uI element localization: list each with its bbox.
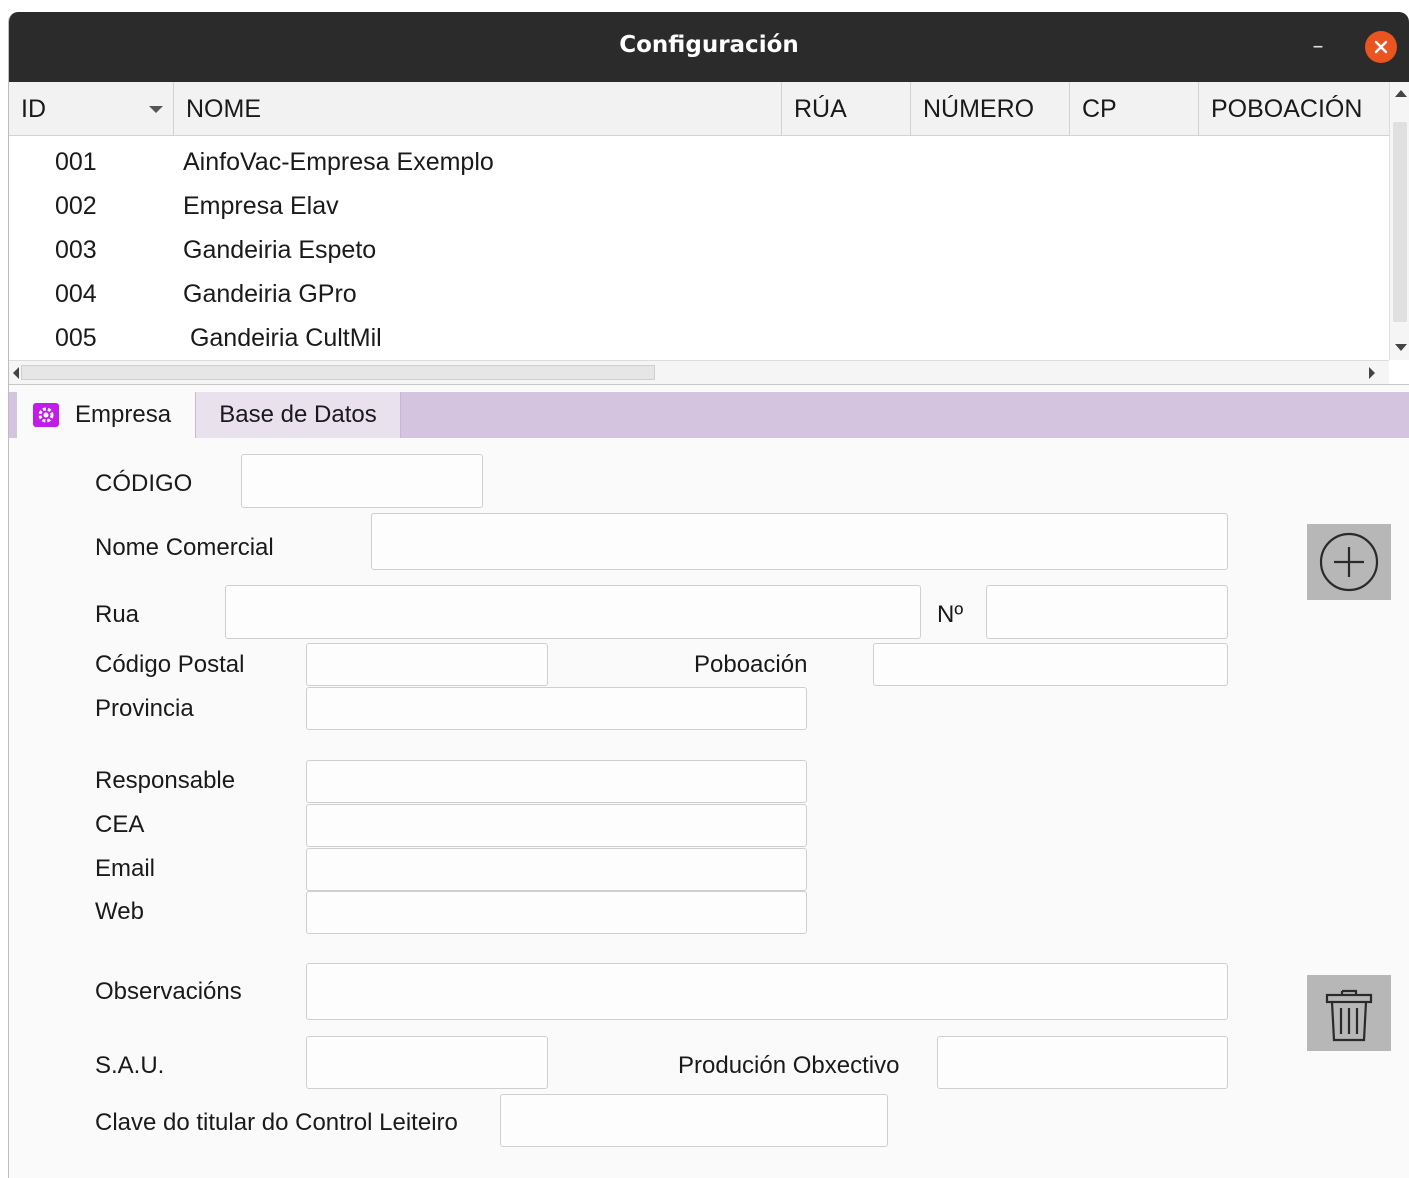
cell-nome: Gandeiria Espeto xyxy=(183,236,377,264)
vertical-scroll-thumb[interactable] xyxy=(1393,122,1407,322)
cell-id: 004 xyxy=(55,280,97,308)
label-observacions: Observacións xyxy=(95,978,242,1005)
table-row[interactable]: 003 Gandeiria Espeto xyxy=(9,230,1389,274)
add-button[interactable] xyxy=(1307,524,1391,600)
close-button[interactable] xyxy=(1365,31,1397,63)
scroll-up-icon[interactable] xyxy=(1395,90,1407,97)
tab-empresa[interactable]: Empresa xyxy=(17,392,195,438)
label-rua: Rua xyxy=(95,601,140,628)
label-poboacion: Poboación xyxy=(694,651,808,678)
trash-icon xyxy=(1325,989,1373,1042)
table-header: ID NOME RÚA NÚMERO CP POBOACIÓN xyxy=(9,82,1389,136)
settings-gear-icon xyxy=(33,403,59,427)
numero-input[interactable] xyxy=(986,585,1228,639)
clave-titular-input[interactable] xyxy=(500,1094,888,1147)
horizontal-scrollbar[interactable] xyxy=(9,360,1389,384)
cell-id: 005 xyxy=(55,324,97,352)
tab-empresa-label: Empresa xyxy=(75,401,172,428)
column-header-rua[interactable]: RÚA xyxy=(782,82,911,136)
label-numero: Nº xyxy=(937,601,964,628)
codigo-input[interactable] xyxy=(241,454,483,508)
column-header-poboacion[interactable]: POBOACIÓN xyxy=(1199,82,1389,136)
scroll-right-icon[interactable] xyxy=(1369,367,1375,379)
label-codigo-postal: Código Postal xyxy=(95,651,245,678)
observacions-input[interactable] xyxy=(306,963,1228,1020)
cell-id: 002 xyxy=(55,192,97,220)
label-provincia: Provincia xyxy=(95,695,194,722)
vertical-scrollbar[interactable] xyxy=(1389,82,1409,360)
cell-nome: Gandeiria GPro xyxy=(183,280,357,308)
nome-comercial-input[interactable] xyxy=(371,513,1228,570)
rua-input[interactable] xyxy=(225,585,921,639)
web-input[interactable] xyxy=(306,891,807,934)
table-row[interactable]: 004 Gandeiria GPro xyxy=(9,274,1389,318)
cell-id: 001 xyxy=(55,148,97,176)
table-row[interactable]: 001 AinfoVac-Empresa Exemplo xyxy=(9,142,1389,186)
codigo-postal-input[interactable] xyxy=(306,643,548,686)
producion-obxectivo-input[interactable] xyxy=(937,1036,1228,1089)
column-header-id[interactable]: ID xyxy=(9,82,174,136)
table-row[interactable]: 002 Empresa Elav xyxy=(9,186,1389,230)
cell-id: 003 xyxy=(55,236,97,264)
cell-nome: Empresa Elav xyxy=(183,192,339,220)
label-nome-comercial: Nome Comercial xyxy=(95,534,274,561)
column-header-nome[interactable]: NOME xyxy=(174,82,782,136)
poboacion-input[interactable] xyxy=(873,643,1228,686)
tab-bar: Empresa Base de Datos xyxy=(9,392,1409,438)
close-icon xyxy=(1374,40,1388,54)
cea-input[interactable] xyxy=(306,804,807,847)
window-title: Configuración xyxy=(619,32,799,58)
label-codigo: CÓDIGO xyxy=(95,470,193,497)
label-web: Web xyxy=(95,898,144,925)
label-sau: S.A.U. xyxy=(95,1052,165,1079)
cell-nome: Gandeiria CultMil xyxy=(183,324,382,352)
scroll-left-icon[interactable] xyxy=(13,367,19,379)
config-window: Configuración – ID NOME RÚA NÚMERO CP PO… xyxy=(8,12,1409,1178)
tab-base-datos[interactable]: Base de Datos xyxy=(195,392,401,438)
label-clave-titular: Clave do titular do Control Leiteiro xyxy=(95,1109,458,1136)
label-responsable: Responsable xyxy=(95,767,236,794)
column-header-numero[interactable]: NÚMERO xyxy=(911,82,1070,136)
label-cea: CEA xyxy=(95,811,145,838)
email-input[interactable] xyxy=(306,848,807,891)
companies-table: ID NOME RÚA NÚMERO CP POBOACIÓN 001 Ainf… xyxy=(9,82,1409,385)
responsable-input[interactable] xyxy=(306,760,807,803)
scroll-down-icon[interactable] xyxy=(1395,344,1407,351)
label-producion-obxectivo: Produción Obxectivo xyxy=(678,1052,900,1079)
sort-arrow-icon xyxy=(149,106,163,113)
table-row[interactable]: 005 Gandeiria CultMil xyxy=(9,318,1389,362)
sau-input[interactable] xyxy=(306,1036,548,1089)
delete-button[interactable] xyxy=(1307,975,1391,1051)
plus-circle-icon xyxy=(1319,532,1379,592)
label-email: Email xyxy=(95,855,156,882)
provincia-input[interactable] xyxy=(306,687,807,730)
cell-nome: AinfoVac-Empresa Exemplo xyxy=(183,148,494,176)
minimize-button[interactable]: – xyxy=(1307,36,1329,58)
horizontal-scroll-thumb[interactable] xyxy=(21,365,655,380)
column-header-cp[interactable]: CP xyxy=(1070,82,1199,136)
title-bar[interactable]: Configuración – xyxy=(9,12,1409,82)
